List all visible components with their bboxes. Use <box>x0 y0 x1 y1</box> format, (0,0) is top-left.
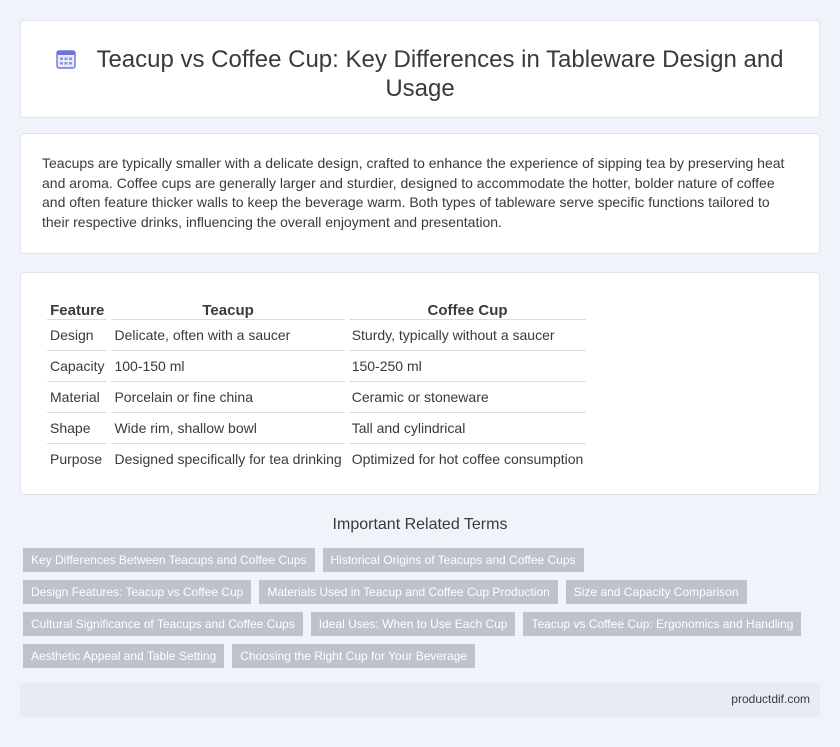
related-term-tag[interactable]: Historical Origins of Teacups and Coffee… <box>322 548 584 572</box>
table-row: Capacity 100-150 ml 150-250 ml <box>47 350 587 381</box>
footer-bar: productdif.com <box>20 683 820 717</box>
calendar-grid-icon <box>56 50 77 69</box>
related-terms-list: Key Differences Between Teacups and Coff… <box>23 548 823 676</box>
related-term-tag[interactable]: Design Features: Teacup vs Coffee Cup <box>23 580 252 604</box>
header-coffee-cup: Coffee Cup <box>427 302 508 319</box>
related-term-tag[interactable]: Aesthetic Appeal and Table Setting <box>23 644 225 668</box>
table-cell: 100-150 ml <box>111 350 345 381</box>
related-term-tag[interactable]: Choosing the Right Cup for Your Beverage <box>232 644 476 668</box>
header-feature: Feature <box>50 302 105 319</box>
table-cell: Delicate, often with a saucer <box>111 319 345 350</box>
table-cell: Material <box>47 381 108 412</box>
related-term-tag[interactable]: Key Differences Between Teacups and Coff… <box>23 548 315 572</box>
table-cell: Design <box>47 319 108 350</box>
table-cell: Wide rim, shallow bowl <box>111 412 345 443</box>
table-row: Purpose Designed specifically for tea dr… <box>47 443 587 474</box>
table-cell: Sturdy, typically without a saucer <box>348 319 587 350</box>
table-cell: Porcelain or fine china <box>111 381 345 412</box>
table-cell: Purpose <box>47 443 108 474</box>
page-title: Teacup vs Coffee Cup: Key Differences in… <box>96 46 784 102</box>
table-row: Shape Wide rim, shallow bowl Tall and cy… <box>47 412 587 443</box>
related-term-tag[interactable]: Materials Used in Teacup and Coffee Cup … <box>259 580 558 604</box>
footer-site-name: productdif.com <box>731 692 810 706</box>
table-row: Material Porcelain or fine china Ceramic… <box>47 381 587 412</box>
title-card: Teacup vs Coffee Cup: Key Differences in… <box>20 20 820 118</box>
related-terms-heading: Important Related Terms <box>332 516 508 533</box>
comparison-card: Feature Teacup Coffee Cup Design Delicat… <box>20 272 820 495</box>
related-term-tag[interactable]: Ideal Uses: When to Use Each Cup <box>310 612 516 636</box>
intro-paragraph: Teacups are typically smaller with a del… <box>42 155 785 230</box>
table-row: Design Delicate, often with a saucer Stu… <box>47 319 587 350</box>
table-header-row: Feature Teacup Coffee Cup <box>47 295 586 319</box>
table-cell: Ceramic or stoneware <box>348 381 587 412</box>
table-cell: Tall and cylindrical <box>348 412 587 443</box>
table-cell: Capacity <box>47 350 108 381</box>
related-term-tag[interactable]: Teacup vs Coffee Cup: Ergonomics and Han… <box>523 612 802 636</box>
header-teacup: Teacup <box>202 302 254 319</box>
table-cell: 150-250 ml <box>348 350 587 381</box>
intro-card: Teacups are typically smaller with a del… <box>20 133 820 254</box>
related-term-tag[interactable]: Size and Capacity Comparison <box>565 580 747 604</box>
related-term-tag[interactable]: Cultural Significance of Teacups and Cof… <box>23 612 303 636</box>
table-cell: Designed specifically for tea drinking <box>111 443 345 474</box>
table-cell: Shape <box>47 412 108 443</box>
page-title-wrap: Teacup vs Coffee Cup: Key Differences in… <box>21 45 819 103</box>
comparison-table: Feature Teacup Coffee Cup Design Delicat… <box>43 295 590 474</box>
table-cell: Optimized for hot coffee consumption <box>348 443 587 474</box>
